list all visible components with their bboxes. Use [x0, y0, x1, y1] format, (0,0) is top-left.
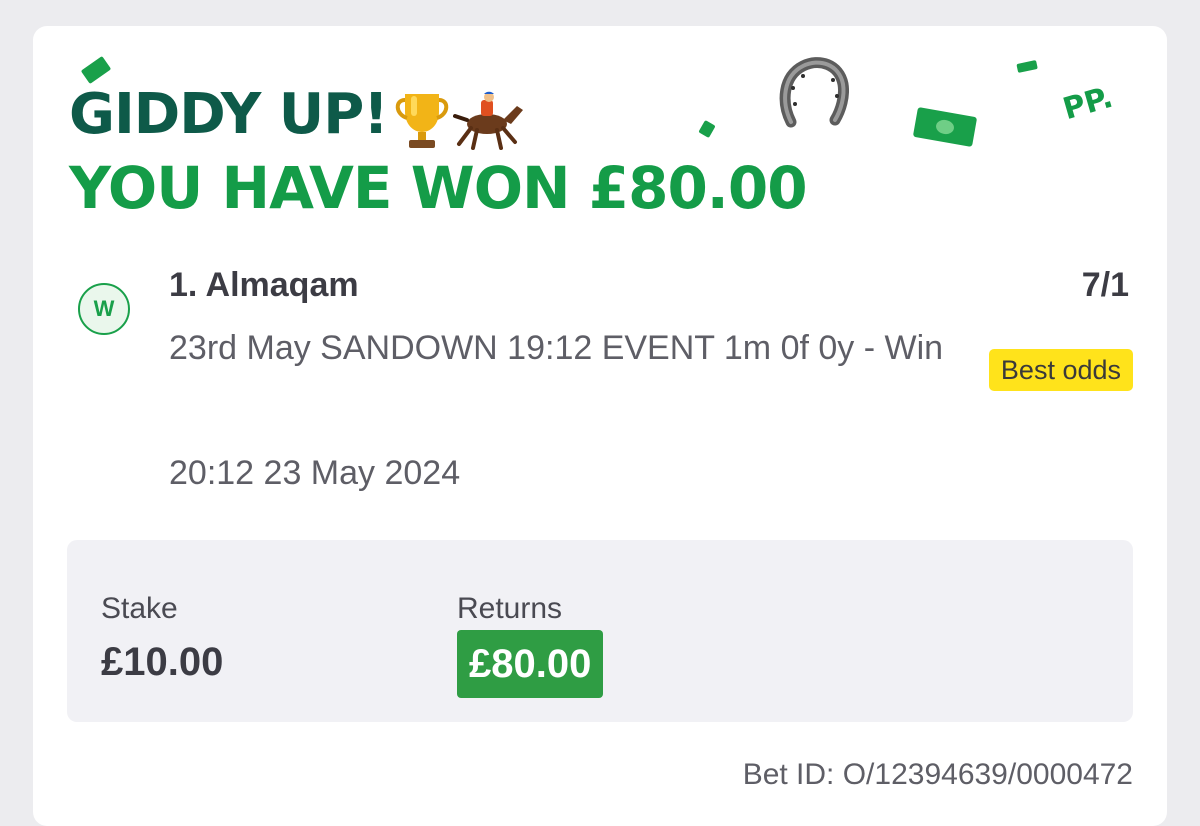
returns-label: Returns [457, 592, 563, 625]
selection-name: 1. Almaqam [169, 266, 359, 304]
stake-returns-panel: Stake £10.00 Returns £80.00 [67, 540, 1133, 722]
odds-value: 7/1 [1081, 266, 1129, 304]
banknote-confetti-icon [1016, 60, 1038, 73]
brand-logo: PP. [1059, 79, 1117, 128]
returns-value: £80.00 [457, 630, 604, 698]
win-result-badge: W [78, 283, 130, 335]
market-description: 23rd May SANDOWN 19:12 EVENT 1m 0f 0y - … [169, 329, 944, 367]
bet-receipt-card: PP. GIDDY UP! YOU HAVE WON £80.00 W 1. A… [33, 26, 1167, 826]
horseshoe-icon [779, 57, 849, 128]
banknote-confetti-icon [913, 107, 977, 147]
trophy-icon [395, 94, 449, 148]
best-odds-badge: Best odds [988, 349, 1133, 391]
stake-value: £10.00 [101, 640, 224, 684]
bet-id: Bet ID: O/12394639/0000472 [742, 758, 1133, 791]
stake-label: Stake [101, 592, 178, 625]
banknote-confetti-icon [699, 120, 715, 138]
horse-racing-icon [453, 91, 523, 150]
headline-giddy-up: GIDDY UP! [69, 82, 389, 147]
bet-placed-time: 20:12 23 May 2024 [169, 454, 461, 492]
headline-win-amount: YOU HAVE WON £80.00 [69, 154, 808, 222]
